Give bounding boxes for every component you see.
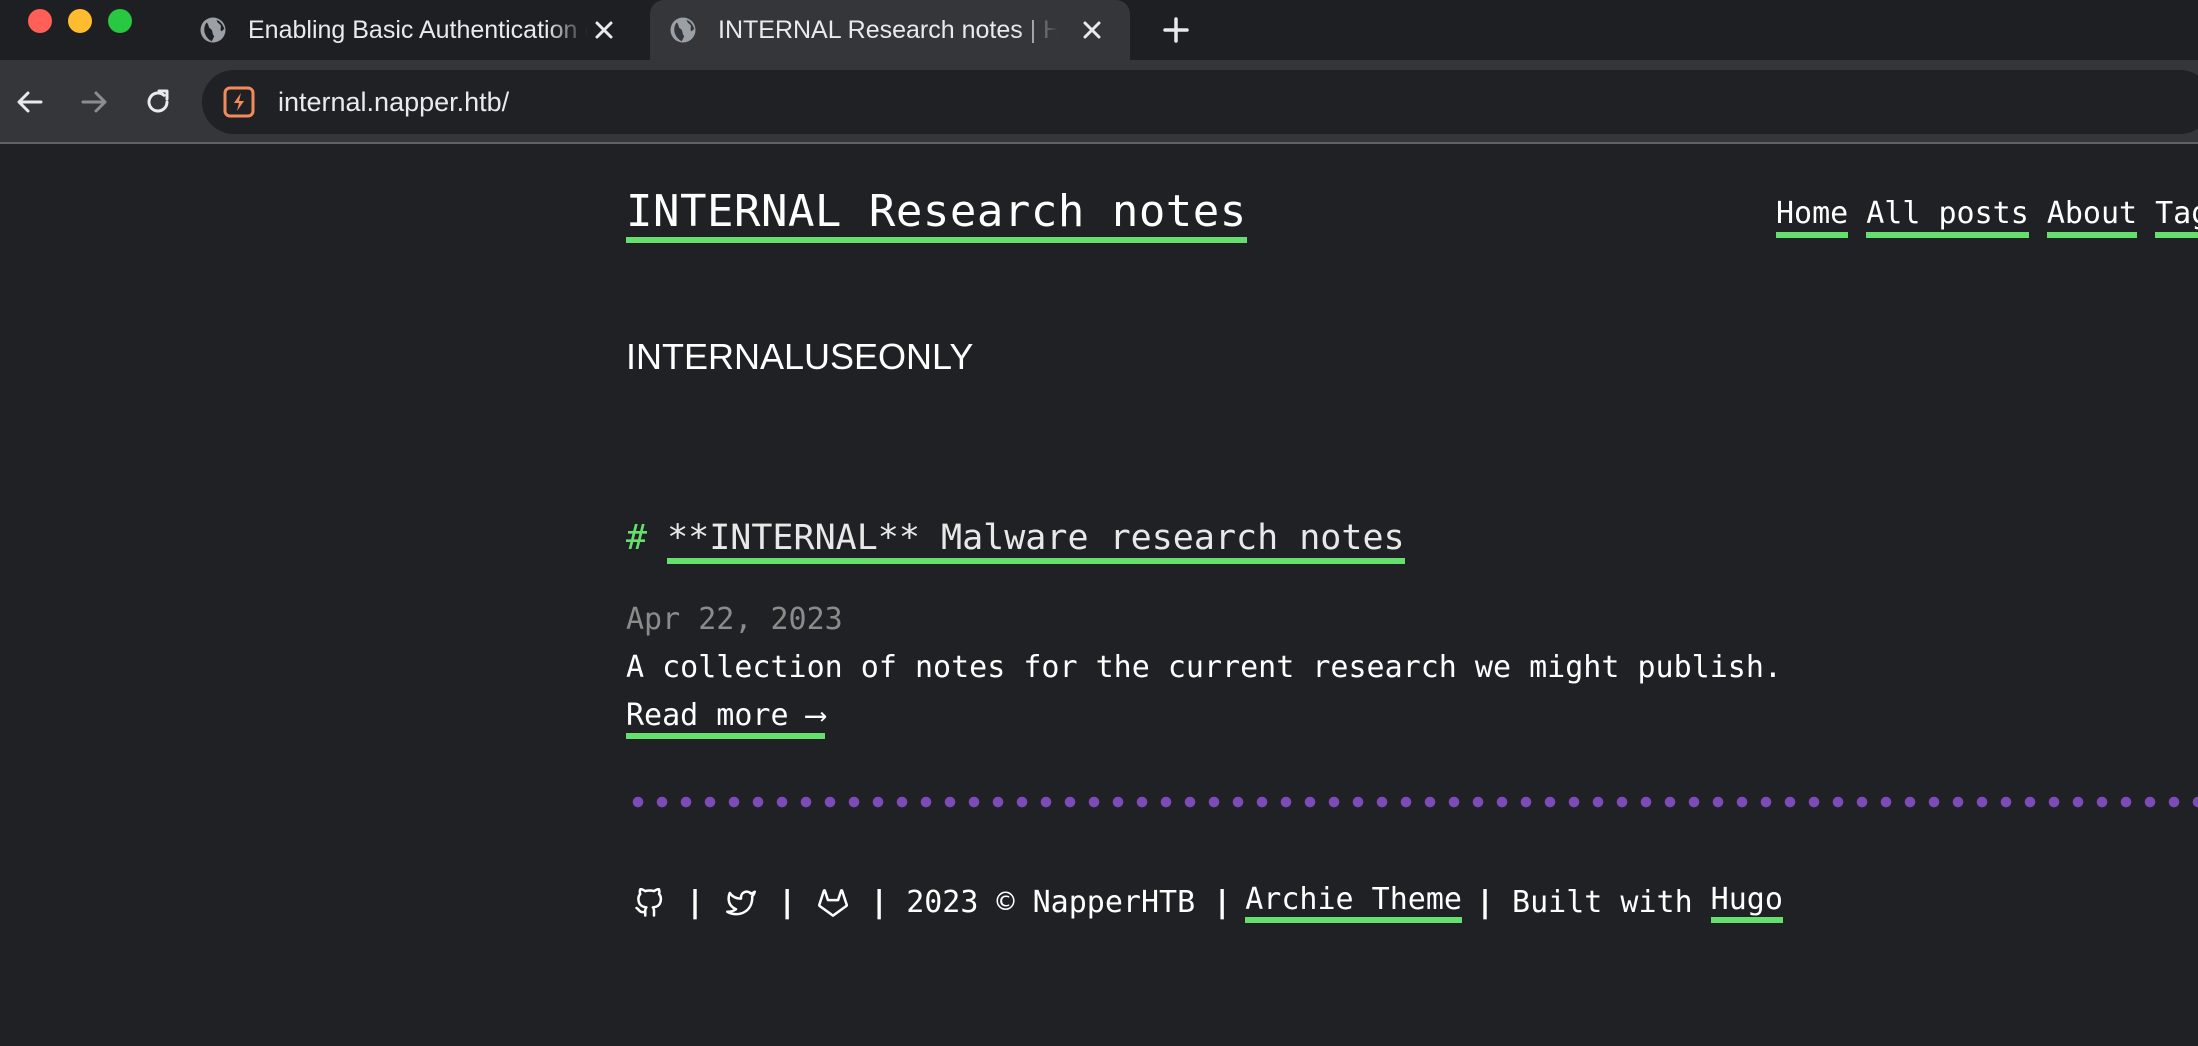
browser-tab-bar: Enabling Basic Authentication on INTERNA… [0,0,2198,60]
page-content: INTERNAL Research notes Home All posts A… [0,146,2198,1046]
back-arrow-icon[interactable] [8,80,52,124]
footer-separator: | [778,885,797,920]
github-icon[interactable] [632,886,666,920]
site-title[interactable]: INTERNAL Research notes [626,186,1247,243]
post-title: # **INTERNAL** Malware research notes [626,518,1405,564]
new-tab-plus-icon[interactable] [1158,12,1194,48]
nav-home-link[interactable]: Home [1776,196,1849,238]
post-hash-mark: # [626,518,648,558]
forward-arrow-icon[interactable] [72,80,116,124]
footer-copyright: 2023 © NapperHTB [906,885,1196,920]
not-secure-icon[interactable] [222,85,256,119]
nav-tags-link[interactable]: Tags [2155,196,2198,238]
twitter-icon[interactable] [724,886,758,920]
post-date: Apr 22, 2023 [626,602,843,637]
footer-separator: | [686,885,705,920]
hugo-link[interactable]: Hugo [1710,882,1783,923]
reload-icon[interactable] [136,80,180,124]
tab-title: INTERNAL Research notes | Hom [718,15,1058,44]
globe-icon [200,17,226,43]
footer-separator: | [1475,885,1495,920]
browser-toolbar: internal.napper.htb/ [0,60,2198,144]
nav-all-posts-link[interactable]: All posts [1866,196,2029,238]
dotted-divider [626,796,2198,808]
gitlab-icon[interactable] [816,886,850,920]
window-minimize-button[interactable] [68,9,92,33]
browser-tab-1[interactable]: Enabling Basic Authentication on [180,0,642,60]
archie-theme-link[interactable]: Archie Theme [1245,882,1462,923]
footer-separator: | [870,885,889,920]
site-nav: Home All posts About Tags [1776,196,2198,238]
address-bar[interactable]: internal.napper.htb/ [202,70,2198,134]
nav-about-link[interactable]: About [2046,196,2138,238]
footer-built-with: Built with [1512,885,1693,920]
post-title-link[interactable]: **INTERNAL** Malware research notes [667,518,1405,564]
tab-close-icon[interactable] [588,14,620,46]
site-title-link[interactable]: INTERNAL Research notes [626,186,1247,243]
browser-tab-2-active[interactable]: INTERNAL Research notes | Hom [650,0,1130,60]
tab-title: Enabling Basic Authentication on [248,15,588,44]
read-more-link[interactable]: Read more ⟶ [626,698,825,739]
site-tagline: INTERNALUSEONLY [626,336,974,377]
site-footer: | | | 2023 © NapperHTB | Archie Theme | … [626,882,1783,923]
window-maximize-button[interactable] [108,9,132,33]
footer-separator: | [1213,885,1232,920]
window-close-button[interactable] [28,9,52,33]
globe-icon [670,17,696,43]
post-summary: A collection of notes for the current re… [626,650,1782,685]
url-text[interactable]: internal.napper.htb/ [278,87,509,118]
tab-close-icon[interactable] [1076,14,1108,46]
